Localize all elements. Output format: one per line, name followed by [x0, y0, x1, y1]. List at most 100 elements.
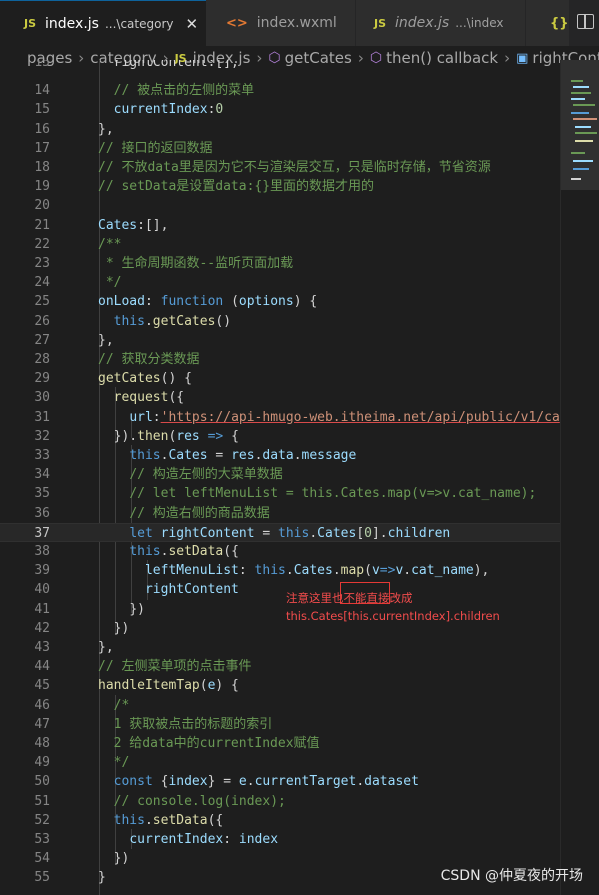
- code-line[interactable]: 43},: [0, 638, 560, 657]
- code-token: currentIndex: [129, 832, 224, 847]
- tab-json[interactable]: {}: [526, 0, 570, 46]
- code-token: 1 获取被点击的标题的索引: [113, 716, 273, 732]
- code-text: /*: [98, 696, 130, 715]
- code-line[interactable]: 45 handleItemTap(e) {: [0, 676, 560, 695]
- code-line[interactable]: 50 const {index} = e.currentTarget.datas…: [0, 772, 560, 791]
- code-line[interactable]: 24 */: [0, 273, 560, 292]
- code-line[interactable]: 52 this.setData({: [0, 811, 560, 830]
- code-token: }).: [113, 428, 138, 444]
- tab-description: ...\index: [455, 16, 504, 30]
- code-line[interactable]: 38 this.setData({: [0, 542, 560, 561]
- code-text: rightContent: [98, 580, 239, 599]
- code-token: currentTarget: [254, 774, 357, 790]
- code-token: currentIndex: [113, 102, 208, 118]
- code-line[interactable]: 49 */: [0, 753, 560, 772]
- code-token: setData: [168, 544, 224, 559]
- line-number: 25: [34, 294, 50, 310]
- code-line[interactable]: 15 currentIndex:0: [0, 100, 560, 119]
- close-icon[interactable]: ✕: [185, 15, 198, 33]
- line-number: 18: [34, 160, 50, 175]
- minimap[interactable]: [560, 60, 599, 895]
- code-line[interactable]: 16},: [0, 120, 560, 139]
- code-token: ({: [223, 544, 239, 559]
- line-number: 17: [34, 140, 50, 156]
- code-line[interactable]: 47 1 获取被点击的标题的索引: [0, 715, 560, 734]
- code-token: ) {: [215, 678, 239, 694]
- code-token: onLoad: [98, 294, 145, 310]
- code-line[interactable]: 30 request({: [0, 388, 560, 407]
- code-line[interactable]: 31 url:'https://api-hmugo-web.itheima.ne…: [0, 408, 560, 427]
- tab-index-js-category[interactable]: JS index.js ...\category ✕: [0, 0, 206, 46]
- code-token: }): [113, 851, 130, 867]
- code-line[interactable]: 34 // 构造左侧的大菜单数据: [0, 465, 560, 484]
- code-line[interactable]: 44 // 左侧菜单项的点击事件: [0, 657, 560, 676]
- tab-index-js-index[interactable]: JS index.js ...\index: [356, 0, 526, 46]
- code-text: // console.log(index);: [98, 792, 286, 811]
- xml-file-icon: <>: [226, 15, 248, 31]
- code-line[interactable]: 39 leftMenuList: this.Cates.map(v=>v.cat…: [0, 561, 560, 580]
- minimap-line: [571, 112, 589, 114]
- tab-label: index.wxml: [256, 15, 337, 31]
- code-line[interactable]: 26 this.getCates(): [0, 312, 560, 331]
- code-token: // 构造左侧的大菜单数据: [129, 467, 283, 483]
- code-line[interactable]: 15 rightContent:[],: [0, 60, 560, 72]
- code-text: const {index} = e.currentTarget.dataset: [98, 772, 419, 791]
- code-line[interactable]: 25 onLoad: function (options) {: [0, 292, 560, 311]
- code-text: this.setData({: [98, 811, 224, 830]
- tab-index-wxml[interactable]: <> index.wxml: [206, 0, 356, 46]
- code-token: this: [278, 525, 310, 541]
- line-number: 21: [34, 217, 50, 233]
- code-line[interactable]: 35 // let leftMenuList = this.Cates.map(…: [0, 484, 560, 503]
- code-line[interactable]: 28 // 获取分类数据: [0, 350, 560, 369]
- line-number: 46: [34, 697, 50, 713]
- line-number: 29: [34, 371, 50, 387]
- code-line[interactable]: 46 /*: [0, 696, 560, 715]
- line-number: 43: [34, 640, 50, 655]
- code-line[interactable]: 37 let rightContent = this.Cates[0].chil…: [0, 522, 560, 542]
- code-line[interactable]: 21 Cates:[],: [0, 216, 560, 235]
- code-token: // 左侧菜单项的点击事件: [98, 659, 252, 675]
- code-token: ),: [473, 563, 490, 579]
- code-line[interactable]: 33 this.Cates = res.data.message: [0, 446, 560, 465]
- line-number: 40: [34, 582, 50, 598]
- split-editor-icon[interactable]: [577, 14, 594, 29]
- code-line[interactable]: 23 * 生命周期函数--监听页面加载: [0, 254, 560, 273]
- code-line[interactable]: 22 /**: [0, 235, 560, 254]
- code-line[interactable]: 20: [0, 196, 560, 215]
- line-number: 48: [34, 736, 50, 751]
- line-number: 52: [34, 812, 50, 828]
- code-line[interactable]: 14 // 被点击的左侧的菜单: [0, 81, 560, 100]
- annotation-code: this.Cates[this.currentIndex].children: [286, 609, 500, 623]
- code-editor[interactable]: 15 rightContent:[], 14 // 被点击的左侧的菜单 15 cur…: [0, 60, 560, 895]
- code-line[interactable]: 36 // 构造右侧的商品数据: [0, 504, 560, 523]
- code-token: map: [340, 563, 365, 579]
- code-line[interactable]: 29 getCates() {: [0, 369, 560, 388]
- line-number: 49: [34, 755, 50, 771]
- code-text: }): [98, 619, 130, 638]
- line-number: 15: [34, 102, 50, 118]
- line-number: 30: [34, 390, 50, 406]
- code-token: index: [168, 774, 208, 790]
- code-line[interactable]: 32 }).then(res => {: [0, 427, 560, 446]
- code-line[interactable]: 27},: [0, 331, 560, 350]
- code-token: 0: [364, 525, 372, 541]
- code-line[interactable]: 40 rightContent: [0, 580, 560, 599]
- code-line[interactable]: 51 // console.log(index);: [0, 792, 560, 811]
- minimap-line: [575, 126, 591, 128]
- code-line[interactable]: 19 // setData是设置data:{}里面的数据才用的: [0, 177, 560, 196]
- code-line[interactable]: 17 // 接口的返回数据: [0, 139, 560, 158]
- code-token: options: [238, 294, 294, 310]
- code-text: // 构造右侧的商品数据: [98, 504, 269, 523]
- code-token: url: [129, 409, 153, 425]
- code-line[interactable]: 18 // 不放data里是因为它不与渲染层交互，只是临时存储，节省资源: [0, 158, 560, 177]
- code-line[interactable]: 53 currentIndex: index: [0, 830, 560, 849]
- code-line[interactable]: 48 2 给data中的currentIndex赋值: [0, 734, 560, 753]
- code-token: // let leftMenuList = this.Cates.map(v=>…: [129, 486, 537, 502]
- minimap-line: [571, 80, 583, 82]
- code-token: } =: [207, 774, 239, 790]
